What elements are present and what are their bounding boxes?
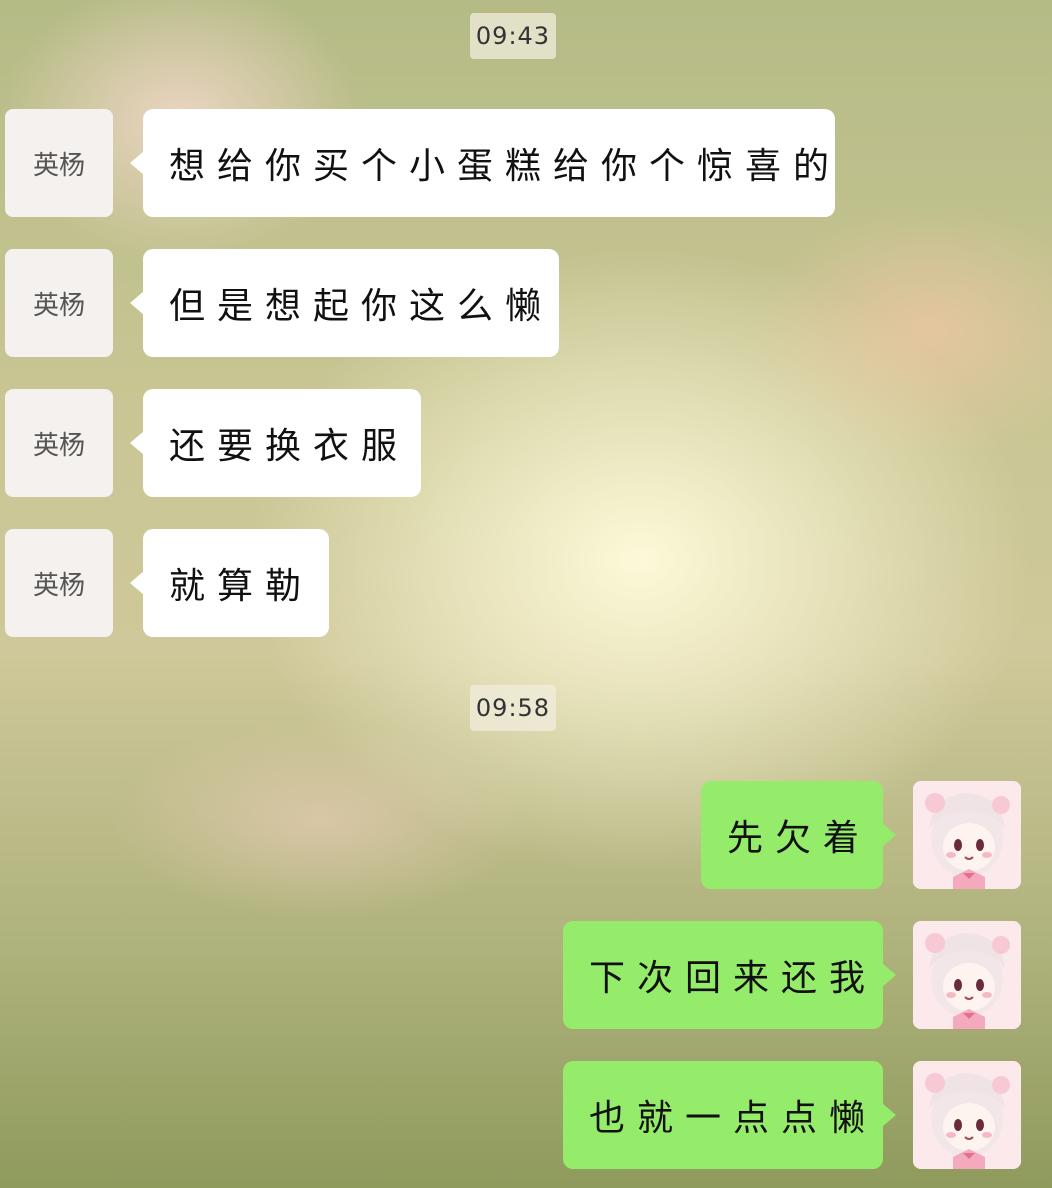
timestamp: 09:58 xyxy=(470,685,556,731)
received-message-bubble[interactable]: 还要换衣服 xyxy=(130,389,421,497)
received-message-bubble[interactable]: 就算勒 xyxy=(130,529,329,637)
contact-avatar[interactable]: 英杨 xyxy=(5,389,113,497)
contact-avatar[interactable]: 英杨 xyxy=(5,529,113,637)
received-message-bubble[interactable]: 想给你买个小蛋糕给你个惊喜的 xyxy=(130,109,835,217)
received-message-bubble[interactable]: 但是想起你这么懒 xyxy=(130,249,559,357)
self-avatar[interactable] xyxy=(913,781,1021,889)
anime-girl-avatar-icon xyxy=(913,921,1021,1029)
self-avatar[interactable] xyxy=(913,921,1021,1029)
timestamp: 09:43 xyxy=(470,13,556,59)
sent-message-bubble[interactable]: 先欠着 xyxy=(701,781,896,889)
self-avatar[interactable] xyxy=(913,1061,1021,1169)
contact-avatar[interactable]: 英杨 xyxy=(5,109,113,217)
anime-girl-avatar-icon xyxy=(913,1061,1021,1169)
sent-message-bubble[interactable]: 也就一点点懒 xyxy=(563,1061,896,1169)
anime-girl-avatar-icon xyxy=(913,781,1021,889)
sent-message-bubble[interactable]: 下次回来还我 xyxy=(563,921,896,1029)
contact-avatar[interactable]: 英杨 xyxy=(5,249,113,357)
